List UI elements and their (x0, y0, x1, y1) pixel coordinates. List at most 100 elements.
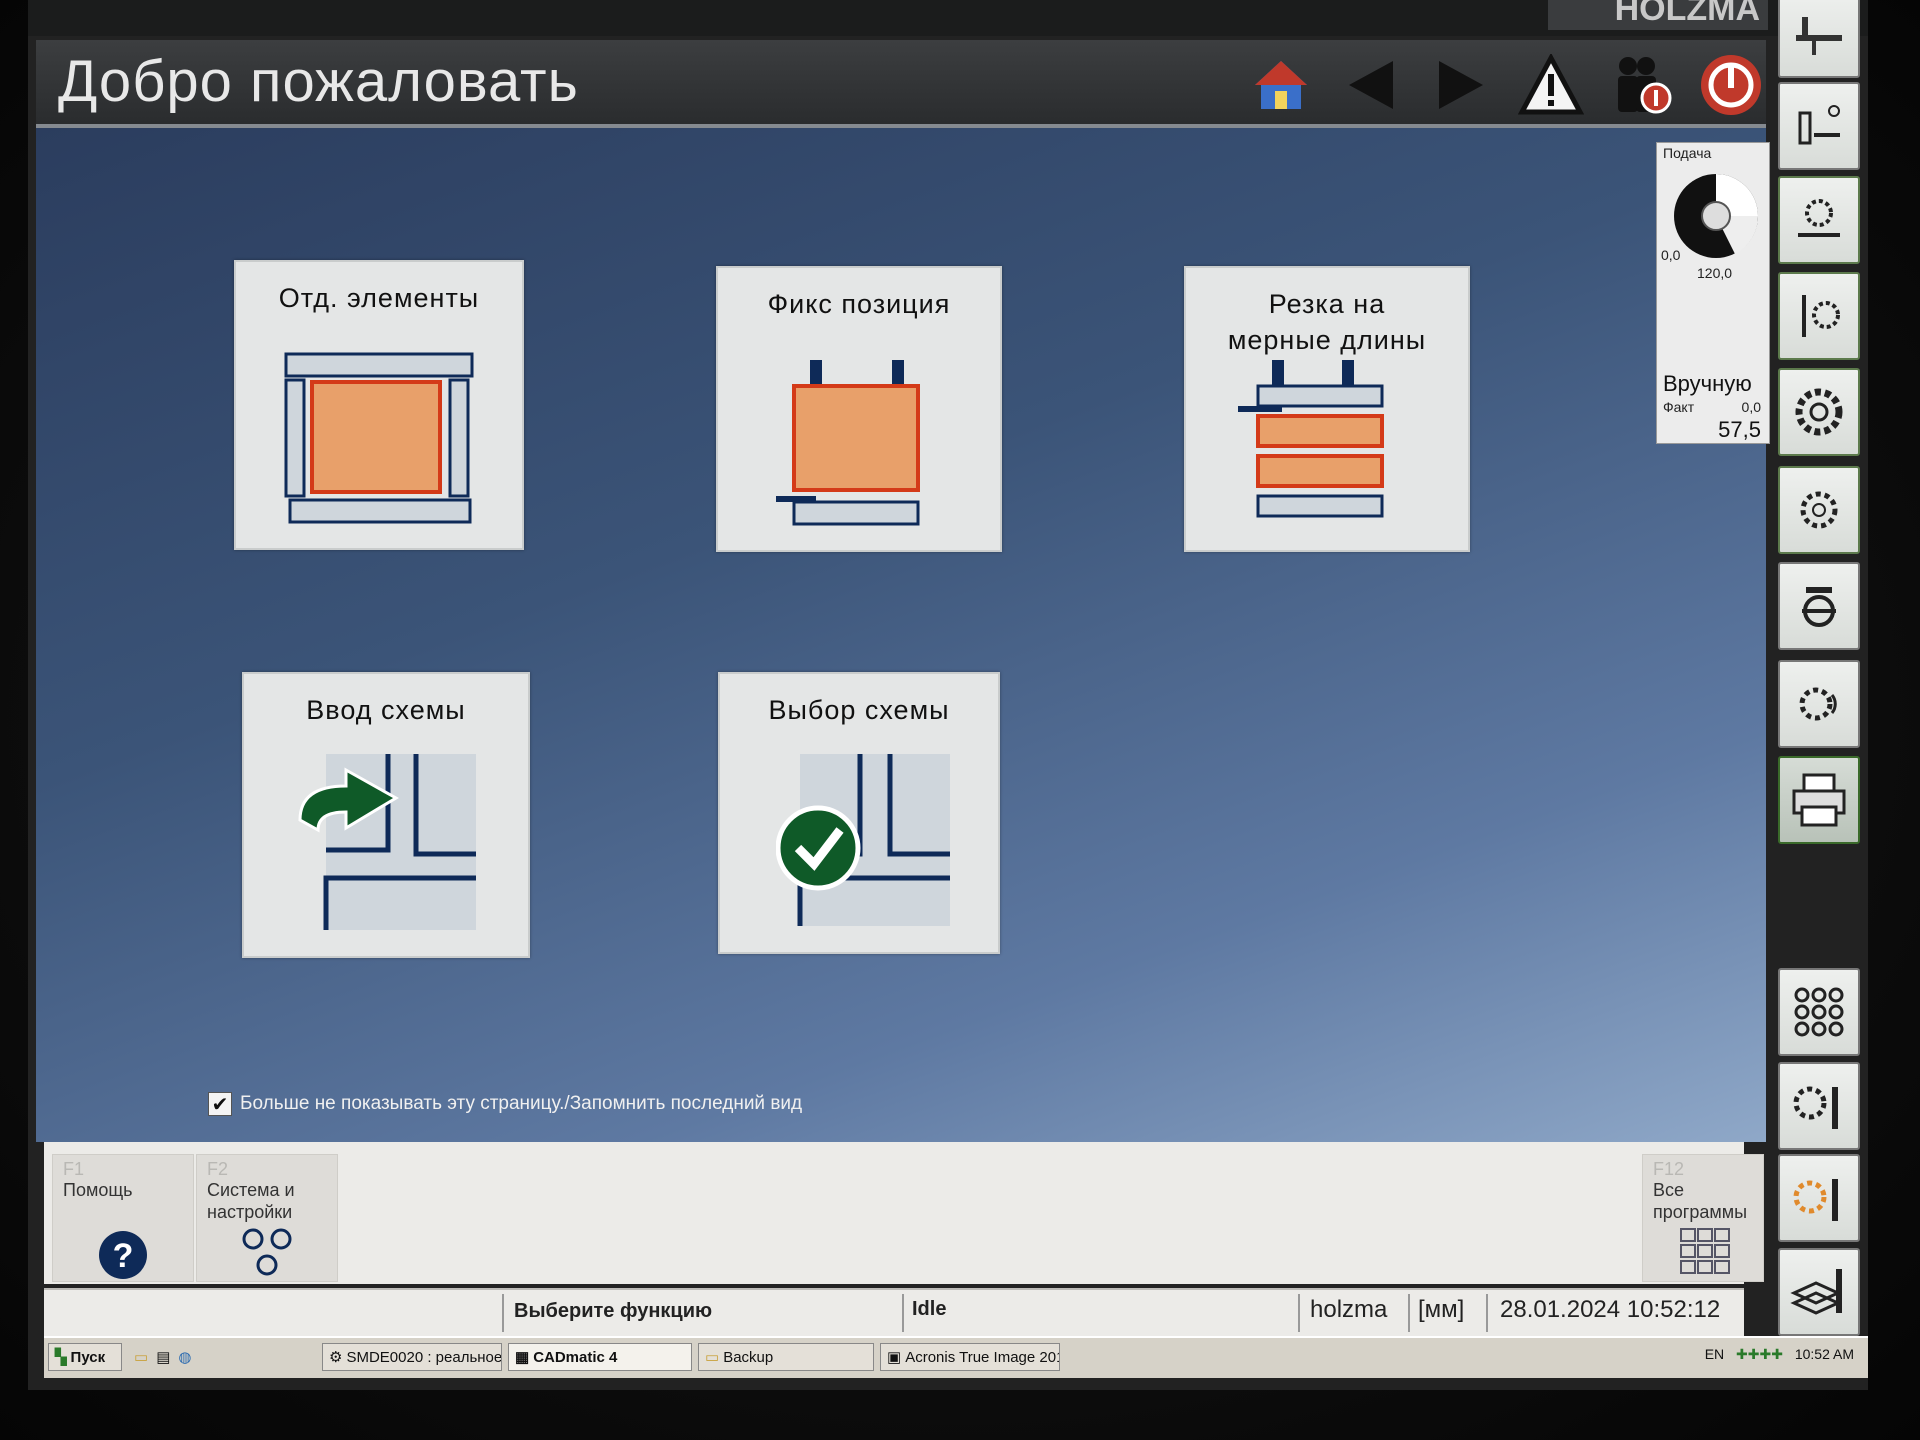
status-divider (902, 1294, 904, 1332)
taskbar-item-acronis[interactable]: ▣ Acronis True Image 2015 (880, 1343, 1060, 1371)
power-icon[interactable] (1696, 50, 1766, 120)
tile-label: Ввод схемы (306, 695, 466, 725)
taskbar-item-label: CADmatic 4 (533, 1348, 618, 1366)
app-icon: ▦ (515, 1349, 530, 1366)
all-programs-icon (1680, 1228, 1730, 1274)
units: [мм] (1418, 1296, 1465, 1323)
gear-small-icon (1800, 491, 1838, 529)
programs-grid-icon (1794, 987, 1844, 1037)
forward-arrow-icon[interactable] (1426, 50, 1496, 120)
feed-mode: Вручную (1663, 371, 1752, 396)
console-icon[interactable]: ▤ (156, 1348, 170, 1366)
remember-view-label: Больше не показывать эту страницу./Запом… (240, 1093, 803, 1114)
main-area: Отд. элементы Фикс позиция Резка на мерн… (36, 128, 1766, 1142)
fact-value: 0,0 (1741, 399, 1761, 415)
taskbar-item-backup[interactable]: ▭ Backup (698, 1343, 874, 1371)
warning-icon[interactable] (1516, 50, 1586, 120)
windows-logo-icon: ▚ (55, 1349, 67, 1366)
fkey-label: F2 (207, 1159, 229, 1179)
fkey-text-line1: Система и (207, 1180, 295, 1200)
feed-max: 120,0 (1697, 265, 1733, 281)
home-icon[interactable] (1246, 50, 1316, 120)
single-parts-icon (284, 352, 474, 524)
language-indicator[interactable]: EN (1705, 1346, 1724, 1362)
remember-view-checkbox[interactable]: ✔ (208, 1092, 232, 1116)
gauge-icon (1798, 105, 1840, 145)
status-bar: Выберите функцию Idle holzma [мм] 28.01.… (44, 1288, 1744, 1336)
feed-value: 57,5 (1718, 417, 1761, 442)
svg-text:?: ? (113, 1237, 134, 1275)
side-button-programs[interactable] (1778, 968, 1860, 1056)
globe-icon[interactable]: ◍ (178, 1348, 191, 1366)
side-button-table[interactable] (1778, 0, 1860, 78)
f1-help-button[interactable]: F1 Помощь ? (52, 1154, 194, 1282)
side-button-layers[interactable] (1778, 1248, 1860, 1336)
fixed-position-icon (776, 360, 920, 526)
fact-label: Факт (1663, 399, 1695, 415)
side-button-height-settings[interactable] (1778, 272, 1860, 360)
function-bar: F1 Помощь ? F2 Система и настройки F12 В… (44, 1142, 1764, 1284)
printer-icon (1792, 773, 1846, 827)
status-divider (1298, 1294, 1300, 1332)
tile-single-parts[interactable]: Отд. элементы (234, 260, 524, 550)
brand-logo: HOLZMA (1548, 0, 1768, 30)
start-button[interactable]: ▚ Пуск (48, 1343, 122, 1371)
remember-view-row[interactable]: ✔ Больше не показывать эту страницу./Зап… (208, 1092, 802, 1116)
users-info-icon[interactable] (1606, 50, 1676, 120)
page-title: Добро пожаловать (58, 49, 579, 114)
taskbar-item-label: SMDE0020 : реальное с... (346, 1348, 502, 1366)
gear-icon (1795, 388, 1843, 436)
app-icon: ▣ (887, 1349, 902, 1366)
os-taskbar: ▚ Пуск ▭ ▤ ◍ ✕ ⚙ SMDE0020 : реальное с..… (44, 1336, 1868, 1378)
help-icon: ? (99, 1231, 147, 1279)
feed-gauge (1674, 174, 1759, 258)
fkey-text-line2: программы (1653, 1202, 1748, 1222)
pattern-select-icon (776, 754, 950, 926)
tool-icon (1802, 587, 1836, 627)
tile-label-line2: мерные длины (1227, 325, 1427, 355)
folder-icon[interactable]: ▭ (134, 1348, 148, 1366)
side-button-gear-rotate[interactable] (1778, 660, 1860, 748)
tile-cut-to-length[interactable]: Резка на мерные длины (1184, 266, 1470, 552)
fkey-label: F12 (1653, 1159, 1685, 1179)
fkey-text: Помощь (63, 1180, 133, 1200)
side-button-maintenance[interactable] (1778, 1154, 1860, 1242)
tile-label: Резка на мерные длины (1186, 286, 1468, 358)
taskbar-item-cadmatic[interactable]: ▦ CADmatic 4 (508, 1343, 692, 1371)
tile-pattern-select[interactable]: Выбор схемы (718, 672, 1000, 954)
table-icon (1796, 17, 1842, 55)
cut-to-length-icon (1238, 360, 1384, 518)
status-divider (1408, 1294, 1410, 1332)
fkey-text-line1: Все (1653, 1180, 1685, 1200)
tile-pattern-input[interactable]: Ввод схемы (242, 672, 530, 958)
side-button-gear-small[interactable] (1778, 466, 1860, 554)
feed-panel: Подача 0,0 120,0 Вручную Факт 0,0 57,5 (1656, 142, 1770, 444)
layers-wrench-icon (1790, 1269, 1842, 1315)
f12-all-programs-button[interactable]: F12 Все программы (1642, 1154, 1764, 1282)
tile-fixed-position[interactable]: Фикс позиция (716, 266, 1002, 552)
tile-label: Отд. элементы (278, 283, 480, 313)
machine-state: Idle (912, 1298, 947, 1320)
folder-icon: ▭ (705, 1349, 720, 1366)
taskbar-item-smde[interactable]: ⚙ SMDE0020 : реальное с... (322, 1343, 502, 1371)
f2-system-button[interactable]: F2 Система и настройки (196, 1154, 338, 1282)
status-divider (502, 1294, 504, 1332)
side-button-gear-large[interactable] (1778, 368, 1860, 456)
side-button-print[interactable] (1778, 756, 1860, 844)
side-button-saw-settings[interactable] (1778, 176, 1860, 264)
back-arrow-icon[interactable] (1336, 50, 1406, 120)
side-button-gauge[interactable] (1778, 82, 1860, 170)
side-button-tool[interactable] (1778, 562, 1860, 650)
top-strip: HOLZMA (28, 0, 1868, 36)
side-button-service[interactable] (1778, 1062, 1860, 1150)
tray-clock[interactable]: 10:52 AM (1795, 1346, 1854, 1362)
feed-title: Подача (1663, 145, 1712, 161)
datetime: 28.01.2024 10:52:12 (1500, 1296, 1721, 1323)
tile-label: Выбор схемы (768, 695, 950, 725)
gear-rotate-icon (1799, 687, 1837, 721)
tray-icons[interactable]: ✚✚✚✚ (1736, 1346, 1783, 1362)
tile-label-line1: Резка на (1268, 289, 1386, 319)
fkey-text: Система и настройки (207, 1179, 295, 1223)
system-settings-icon (242, 1228, 292, 1276)
taskbar-item-label: Backup (723, 1348, 774, 1366)
